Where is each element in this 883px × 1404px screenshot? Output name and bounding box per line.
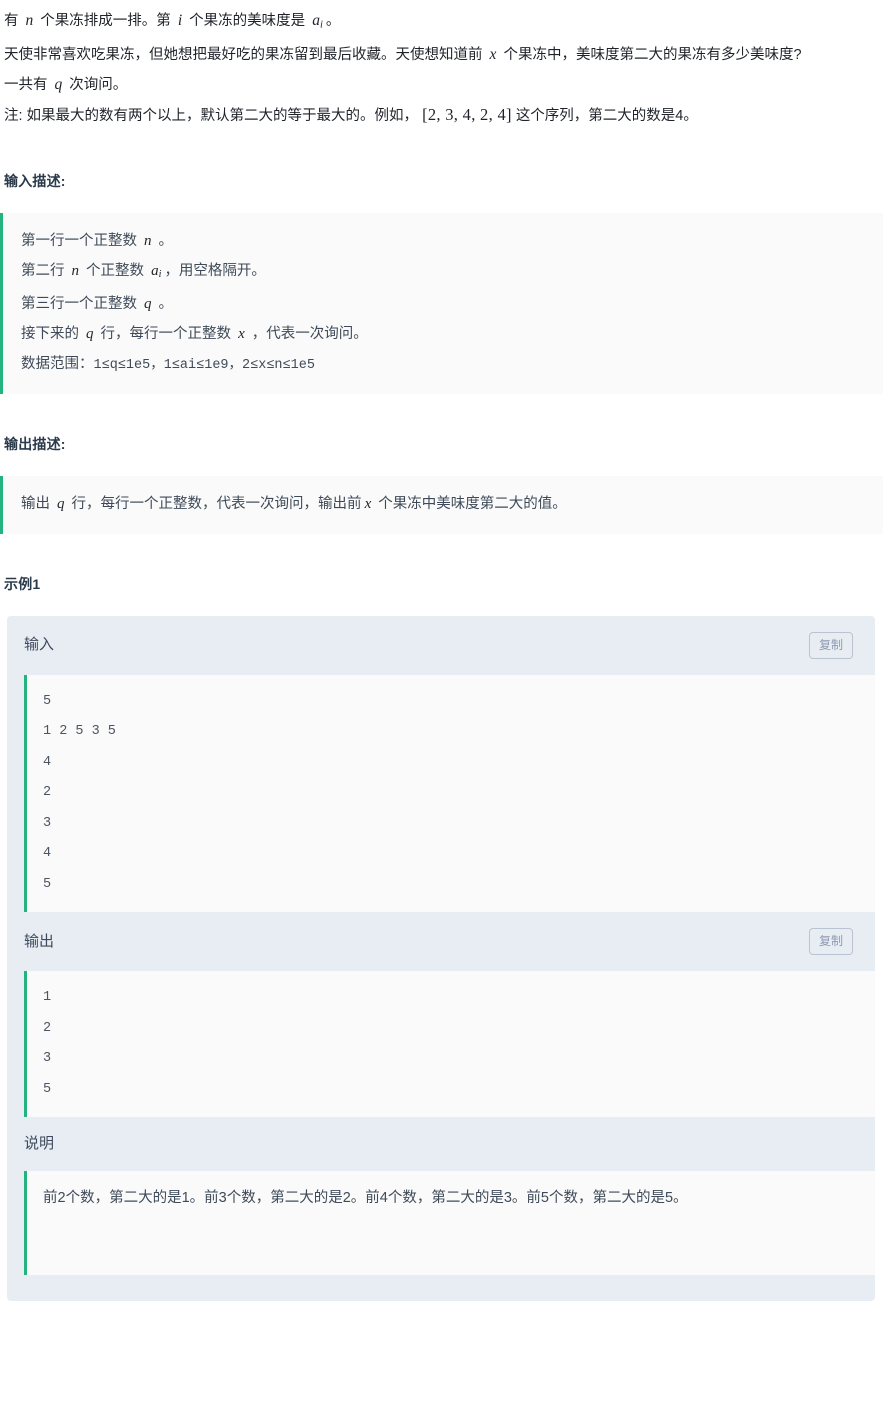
inline-math: q <box>57 495 65 512</box>
inline-math: q <box>54 76 63 94</box>
text-run: 接下来的 <box>21 325 84 342</box>
text-run: 。 <box>154 295 174 312</box>
example-note-line: 前4个数，第二大的是3。 <box>365 1190 527 1207</box>
text-run: 个果冻中，美味度第二大的果冻有多少美味度? <box>499 47 802 64</box>
description-line: 第二行 n 个正整数 ai ，用空格隔开。 <box>21 257 883 289</box>
text-run: ，代表一次询问。 <box>247 325 368 342</box>
inline-math: ai <box>312 12 323 31</box>
constraint-range: 1≤q≤1e5，1≤ai≤1e9，2≤x≤n≤1e5 <box>93 357 315 373</box>
text-run: 。 <box>325 13 341 29</box>
text-run: 第二行 <box>21 263 69 280</box>
description-line: 接下来的 q 行，每行一个正整数 x ，代表一次询问。 <box>21 320 883 350</box>
inline-math: n <box>144 233 152 250</box>
text-run: ，用空格隔开。 <box>164 263 266 280</box>
copy-input-button[interactable]: 复制 <box>808 631 853 659</box>
text-run: 个果冻排成一排。第 <box>36 13 175 29</box>
inline-math-array: [2, 3, 4, 2, 4] <box>422 105 512 125</box>
example-input-label: 输入 <box>24 636 55 654</box>
text-run: 行，每行一个正整数 <box>96 325 236 342</box>
example-title: 示例1 <box>4 575 41 592</box>
description-line: 数据范围：1≤q≤1e5，1≤ai≤1e9，2≤x≤n≤1e5 <box>21 350 883 380</box>
text-run: 第一行一个正整数 <box>21 233 142 250</box>
text-run: 这个序列，第二大的数是4。 <box>515 108 698 125</box>
inline-math: x <box>489 46 497 64</box>
example-output-code: 1 2 3 5 <box>24 971 875 1118</box>
inline-math: ai <box>151 263 162 281</box>
statement-line: 天使非常喜欢吃果冻，但她想把最好吃的果冻留到最后收藏。天使想知道前 x 个果冻中… <box>4 40 875 70</box>
description-line: 输出 q 行，每行一个正整数，代表一次询问，输出前 x 个果冻中美味度第二大的值。 <box>21 490 883 520</box>
inline-math: i <box>177 12 183 29</box>
example-note-line: 前5个数，第二大的是5。 <box>526 1190 688 1207</box>
example-note-label: 说明 <box>24 1135 55 1153</box>
text-run: 第三行一个正整数 <box>21 295 142 312</box>
example-note-header: 说明 <box>7 1117 875 1171</box>
description-line: 第三行一个正整数 q 。 <box>21 290 883 320</box>
text-run: 有 <box>4 13 23 29</box>
inline-math: x <box>238 325 245 342</box>
input-description-title: 输入描述: <box>4 173 66 190</box>
inline-math: q <box>144 295 152 312</box>
example-note-line: 前2个数，第二大的是1。 <box>43 1190 205 1207</box>
text-run: 输出 <box>21 495 55 512</box>
text-run: 。 <box>154 233 174 250</box>
statement-lines: 有 n 个果冻排成一排。第 i 个果冻的美味度是 ai。天使非常喜欢吃果冻，但她… <box>4 6 875 131</box>
inline-math: q <box>86 325 94 342</box>
text-run: 天使非常喜欢吃果冻，但她想把最好吃的果冻留到最后收藏。天使想知道前 <box>4 47 487 64</box>
text-run: 个正整数 <box>82 263 149 280</box>
text-run: 行，每行一个正整数，代表一次询问，输出前 <box>67 495 362 512</box>
inline-math: n <box>71 263 80 280</box>
example-card: 输入 复制 5 1 2 5 3 5 4 2 3 4 5 输出 复制 1 2 3 … <box>7 615 875 1302</box>
statement-line: 一共有 q 次询问。 <box>4 70 875 100</box>
text-run: 个果冻的美味度是 <box>185 13 310 29</box>
output-description-title: 输出描述: <box>4 435 66 452</box>
problem-statement: 有 n 个果冻排成一排。第 i 个果冻的美味度是 ai。天使非常喜欢吃果冻，但她… <box>0 0 883 131</box>
text-run: 数据范围： <box>21 355 94 372</box>
copy-output-button[interactable]: 复制 <box>808 928 853 956</box>
text-run: 一共有 <box>4 77 52 94</box>
example-note-code: 前2个数，第二大的是1。前3个数，第二大的是2。前4个数，第二大的是3。前5个数… <box>24 1171 875 1276</box>
text-run: 注: 如果最大的数有两个以上，默认第二大的等于最大的。例如， <box>4 108 419 125</box>
inline-math: x <box>364 495 372 512</box>
problem-page: 有 n 个果冻排成一排。第 i 个果冻的美味度是 ai。天使非常喜欢吃果冻，但她… <box>0 0 883 1302</box>
description-line: 第一行一个正整数 n 。 <box>21 227 883 257</box>
statement-line: 注: 如果最大的数有两个以上，默认第二大的等于最大的。例如， [2, 3, 4, … <box>4 100 875 131</box>
example-note-line: 前3个数，第二大的是2。 <box>204 1190 366 1207</box>
text-run: 次询问。 <box>65 77 128 94</box>
text-run: 个果冻中美味度第二大的值。 <box>374 495 567 512</box>
example-output-header: 输出 复制 <box>7 912 875 971</box>
input-description-block: 第一行一个正整数 n 。第二行 n 个正整数 ai ，用空格隔开。 第三行一个正整数… <box>0 213 883 394</box>
output-description-block: 输出 q 行，每行一个正整数，代表一次询问，输出前 x 个果冻中美味度第二大的值。 <box>0 475 883 534</box>
example-input-code: 5 1 2 5 3 5 4 2 3 4 5 <box>24 674 875 913</box>
example-output-label: 输出 <box>24 932 55 950</box>
inline-math: n <box>25 12 34 29</box>
example-input-header: 输入 复制 <box>7 616 875 675</box>
statement-line: 有 n 个果冻排成一排。第 i 个果冻的美味度是 ai。 <box>4 6 875 40</box>
